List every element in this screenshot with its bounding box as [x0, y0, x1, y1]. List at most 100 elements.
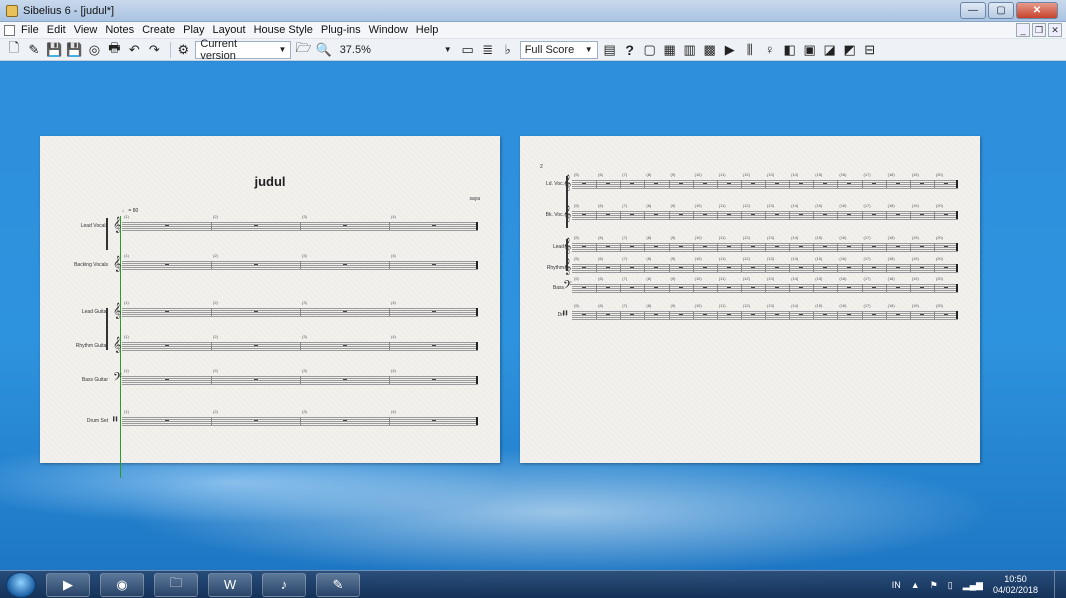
staff[interactable]: 𝄞 (1) (2) (3) (4): [113, 334, 478, 351]
whole-rest[interactable]: [919, 287, 924, 288]
whole-rest[interactable]: [943, 246, 948, 247]
sibelius-icon[interactable]: ♪: [262, 572, 306, 597]
fretboard-icon[interactable]: ⫼: [742, 41, 758, 59]
whole-rest[interactable]: [606, 314, 611, 315]
whole-rest[interactable]: [750, 287, 755, 288]
playback-icon[interactable]: ▶: [722, 41, 738, 59]
whole-rest[interactable]: [847, 287, 852, 288]
new-file-icon[interactable]: 🗋: [6, 40, 22, 59]
whole-rest[interactable]: [654, 246, 659, 247]
menu-plug-ins[interactable]: Plug-ins: [321, 24, 361, 36]
whole-rest[interactable]: [630, 287, 635, 288]
whole-rest[interactable]: [775, 314, 780, 315]
whole-rest[interactable]: [342, 379, 347, 380]
help-button[interactable]: ?: [622, 41, 638, 59]
whole-rest[interactable]: [253, 379, 258, 380]
whole-rest[interactable]: [702, 267, 707, 268]
open-file-icon[interactable]: ✎: [26, 41, 42, 59]
whole-rest[interactable]: [630, 314, 635, 315]
whole-rest[interactable]: [342, 264, 347, 265]
score-page-2[interactable]: 2 𝄞(5)(6)(7)(8)(9)(10)(11)(12)(13)(14)(1…: [520, 136, 980, 463]
doc-minimize-button[interactable]: _: [1016, 23, 1030, 37]
save-icon[interactable]: 💾: [46, 41, 62, 59]
whole-rest[interactable]: [871, 246, 876, 247]
transpose-icon[interactable]: ♭: [500, 41, 516, 59]
whole-rest[interactable]: [630, 246, 635, 247]
media-player-icon[interactable]: ▶: [46, 572, 90, 597]
firefox-icon[interactable]: ◉: [100, 572, 144, 597]
ideas-icon[interactable]: ▩: [702, 41, 718, 59]
whole-rest[interactable]: [654, 267, 659, 268]
whole-rest[interactable]: [606, 246, 611, 247]
whole-rest[interactable]: [895, 287, 900, 288]
whole-rest[interactable]: [630, 183, 635, 184]
whole-rest[interactable]: [750, 214, 755, 215]
whole-rest[interactable]: [775, 287, 780, 288]
instrument-name[interactable]: Rhythm Guitar: [76, 343, 108, 349]
save-as-icon[interactable]: 💾: [66, 41, 82, 59]
navigator-icon[interactable]: ▢: [642, 41, 658, 59]
menu-edit[interactable]: Edit: [47, 24, 66, 36]
score-page-1[interactable]: judul saya ♩ = 80 𝄞 (1) (2) (3) (4) Lead Voca…: [40, 136, 500, 478]
instrument-name[interactable]: Drum Set: [87, 418, 108, 424]
whole-rest[interactable]: [823, 314, 828, 315]
start-button[interactable]: [6, 571, 36, 598]
whole-rest[interactable]: [726, 287, 731, 288]
whole-rest[interactable]: [847, 214, 852, 215]
language-indicator[interactable]: IN: [892, 580, 901, 590]
whole-rest[interactable]: [678, 214, 683, 215]
whole-rest[interactable]: [895, 183, 900, 184]
staff[interactable]: 𝄞 (1) (2) (3) (4): [113, 300, 478, 317]
whole-rest[interactable]: [253, 225, 258, 226]
whole-rest[interactable]: [775, 267, 780, 268]
whole-rest[interactable]: [943, 267, 948, 268]
show-desktop-button[interactable]: [1054, 571, 1066, 598]
view-select[interactable]: Full Score ▼: [519, 40, 598, 59]
whole-rest[interactable]: [895, 214, 900, 215]
whole-rest[interactable]: [799, 267, 804, 268]
whole-rest[interactable]: [702, 314, 707, 315]
whole-rest[interactable]: [823, 214, 828, 215]
whole-rest[interactable]: [582, 246, 587, 247]
whole-rest[interactable]: [702, 246, 707, 247]
whole-rest[interactable]: [606, 267, 611, 268]
staff[interactable]: 𝄞(5)(6)(7)(8)(9)(10)(11)(12)(13)(14)(15)…: [563, 256, 958, 273]
document-icon[interactable]: [4, 24, 15, 36]
whole-rest[interactable]: [253, 311, 258, 312]
whole-rest[interactable]: [775, 246, 780, 247]
staff[interactable]: 𝄞 (1) (2) (3) (4): [113, 253, 478, 270]
whole-rest[interactable]: [582, 267, 587, 268]
whole-rest[interactable]: [871, 267, 876, 268]
menu-house-style[interactable]: House Style: [254, 24, 313, 36]
staff[interactable]: 𝄢 (5) (6) (7) (8) (9) (10) (11) (12) (13) (14) (15)…: [563, 276, 958, 293]
staff[interactable]: 𝄥 (5) (6) (7) (8) (9) (10) (11) (12) (13) (14) (15)…: [563, 303, 958, 320]
score-workspace[interactable]: judul saya ♩ = 80 𝄞 (1) (2) (3) (4) Lead Voca…: [0, 62, 1066, 570]
whole-rest[interactable]: [799, 287, 804, 288]
composer-name[interactable]: saya: [469, 196, 480, 202]
menu-file[interactable]: File: [21, 24, 39, 36]
instrument-name[interactable]: Ld. Voc.: [546, 181, 564, 187]
whole-rest[interactable]: [750, 314, 755, 315]
focus-staves-icon[interactable]: ≣: [480, 41, 496, 59]
whole-rest[interactable]: [582, 287, 587, 288]
whole-rest[interactable]: [799, 314, 804, 315]
explorer-icon[interactable]: 🗀: [154, 572, 198, 597]
zoom-select[interactable]: 37.5% ▼: [336, 41, 456, 59]
whole-rest[interactable]: [847, 267, 852, 268]
whole-rest[interactable]: [606, 183, 611, 184]
whole-rest[interactable]: [582, 214, 587, 215]
whole-rest[interactable]: [823, 287, 828, 288]
whole-rest[interactable]: [164, 311, 169, 312]
whole-rest[interactable]: [164, 420, 169, 421]
whole-rest[interactable]: [342, 420, 347, 421]
whole-rest[interactable]: [630, 214, 635, 215]
staff[interactable]: 𝄞(5)(6)(7)(8)(9)(10)(11)(12)(13)(14)(15)…: [563, 235, 958, 252]
undo-icon[interactable]: ↶: [126, 41, 142, 59]
whole-rest[interactable]: [431, 264, 436, 265]
video-icon[interactable]: ▣: [802, 41, 818, 59]
whole-rest[interactable]: [871, 314, 876, 315]
whole-rest[interactable]: [823, 246, 828, 247]
menu-view[interactable]: View: [74, 24, 98, 36]
whole-rest[interactable]: [431, 379, 436, 380]
whole-rest[interactable]: [750, 183, 755, 184]
